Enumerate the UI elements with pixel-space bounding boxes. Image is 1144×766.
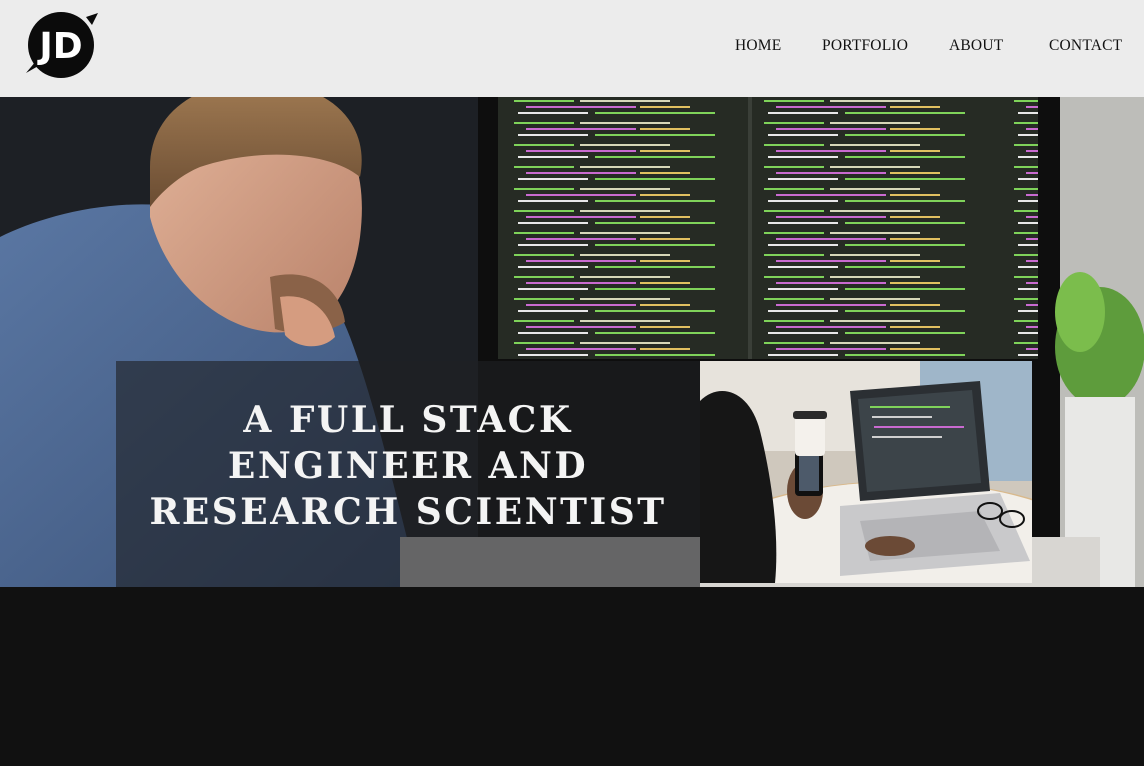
site-header: JD HOME PORTFOLIO ABOUT CONTACT [0,0,1144,97]
hero-heading-line-1: A FULL STACK [243,399,573,441]
hero-heading-line-2: ENGINEER AND [227,445,589,487]
hero-heading-line-3: RESEARCH SCIENTIST [149,491,667,533]
hero-text-panel: A FULL STACK ENGINEER AND RESEARCH SCIEN… [116,361,700,587]
nav-portfolio[interactable]: PORTFOLIO [822,37,908,55]
laptop-and-phone-photo [700,361,1032,583]
page-body [0,587,1144,766]
hero-heading: A FULL STACK ENGINEER AND RESEARCH SCIEN… [116,397,700,535]
main-nav: HOME PORTFOLIO ABOUT CONTACT [0,37,1144,59]
nav-home[interactable]: HOME [735,37,781,55]
hero-section: A FULL STACK ENGINEER AND RESEARCH SCIEN… [0,97,1144,587]
nav-about[interactable]: ABOUT [949,37,1003,55]
nav-contact[interactable]: CONTACT [1049,37,1122,55]
